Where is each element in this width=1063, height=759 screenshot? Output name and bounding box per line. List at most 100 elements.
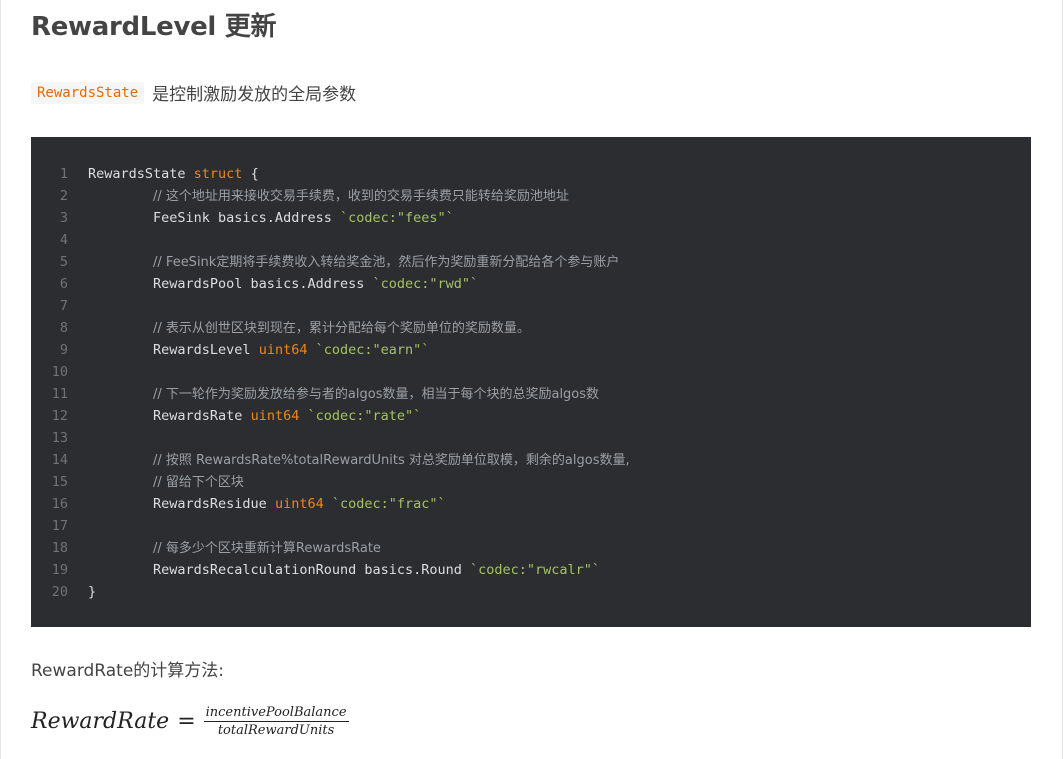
code-token-str: `codec:"rwcalr"` — [470, 562, 601, 578]
line-number: 12 — [51, 408, 68, 424]
code-token-str: `codec:"rate"` — [307, 408, 422, 424]
code-token-plain: { — [242, 166, 259, 182]
code-source: // 下一轮作为奖励发放给参与者的algos数量，相当于每个块的总奖励algos… — [68, 383, 599, 405]
code-source: } — [68, 581, 96, 603]
rewardrate-paragraph: RewardRate的计算方法: — [31, 661, 225, 681]
code-token-plain: RewardsPool basics.Address — [88, 276, 373, 292]
code-line: 6 RewardsPool basics.Address `codec:"rwd… — [31, 273, 1031, 295]
code-source: RewardsState struct { — [68, 163, 259, 185]
line-number: 9 — [59, 342, 68, 358]
code-line: 13 — [31, 427, 1031, 449]
code-token-comment: // 每多少个区块重新计算RewardsRate — [153, 541, 381, 556]
code-line: 17 — [31, 515, 1031, 537]
line-number: 16 — [51, 496, 68, 512]
code-line: 8 // 表示从创世区块到现在，累计分配给每个奖励单位的奖励数量。 — [31, 317, 1031, 339]
line-number: 14 — [51, 452, 68, 468]
line-number: 7 — [59, 298, 68, 314]
code-token-str: `codec:"earn"` — [315, 342, 430, 358]
code-source: RewardsPool basics.Address `codec:"rwd"` — [68, 273, 478, 295]
code-line: 1 RewardsState struct { — [31, 163, 1031, 185]
code-token-kw: uint64 — [274, 496, 324, 512]
formula-equals: = — [177, 709, 196, 734]
code-source: FeeSink basics.Address `codec:"fees"` — [68, 207, 454, 229]
code-source — [68, 361, 88, 383]
intro-paragraph: RewardsState 是控制激励发放的全局参数 — [31, 80, 356, 105]
code-line: 15 // 留给下个区块 — [31, 471, 1031, 493]
line-number: 13 — [51, 430, 68, 446]
code-line: 7 — [31, 295, 1031, 317]
code-line: 19 RewardsRecalculationRound basics.Roun… — [31, 559, 1031, 581]
code-line: 20} — [31, 581, 1031, 603]
code-token-kw: struct — [193, 166, 243, 182]
code-source: // 表示从创世区块到现在，累计分配给每个奖励单位的奖励数量。 — [68, 317, 530, 339]
code-token-comment: // 表示从创世区块到现在，累计分配给每个奖励单位的奖励数量。 — [153, 321, 530, 336]
code-line: 18 // 每多少个区块重新计算RewardsRate — [31, 537, 1031, 559]
code-token-plain: RewardsLevel — [88, 342, 259, 358]
code-line: 16 RewardsResidue uint64 `codec:"frac"` — [31, 493, 1031, 515]
code-token-plain: RewardsState — [88, 166, 194, 182]
code-line: 9 RewardsLevel uint64 `codec:"earn"` — [31, 339, 1031, 361]
code-source — [68, 295, 88, 317]
line-number: 1 — [59, 166, 68, 182]
code-token-plain: } — [88, 584, 97, 600]
line-number: 6 — [59, 276, 68, 292]
line-number: 3 — [59, 210, 68, 226]
code-line: 5 // FeeSink定期将手续费收入转给奖金池，然后作为奖励重新分配给各个参… — [31, 251, 1031, 273]
code-token-str: `codec:"fees"` — [339, 210, 454, 226]
rewardrate-formula: RewardRate = incentivePoolBalance totalR… — [31, 705, 349, 738]
code-line: 14 // 按照 RewardsRate%totalRewardUnits 对总… — [31, 449, 1031, 471]
code-source: // FeeSink定期将手续费收入转给奖金池，然后作为奖励重新分配给各个参与账… — [68, 251, 619, 273]
formula-lhs: RewardRate — [31, 709, 170, 734]
line-number: 17 — [51, 518, 68, 534]
code-source: RewardsRate uint64 `codec:"rate"` — [68, 405, 421, 427]
line-number: 10 — [51, 364, 68, 380]
section-heading: RewardLevel 更新 — [31, 12, 277, 42]
formula-denominator: totalRewardUnits — [217, 723, 335, 738]
code-line: 4 — [31, 229, 1031, 251]
line-number: 15 — [51, 474, 68, 490]
code-token-comment: // 留给下个区块 — [153, 475, 244, 490]
code-token-comment: // FeeSink定期将手续费收入转给奖金池，然后作为奖励重新分配给各个参与账… — [153, 255, 620, 270]
code-token-str: `codec:"frac"` — [331, 496, 446, 512]
code-source: // 每多少个区块重新计算RewardsRate — [68, 537, 381, 559]
code-source: // 留给下个区块 — [68, 471, 244, 493]
code-line: 2 // 这个地址用来接收交易手续费，收到的交易手续费只能转给奖励池地址 — [31, 185, 1031, 207]
inline-code: RewardsState — [31, 81, 145, 104]
code-source: // 这个地址用来接收交易手续费，收到的交易手续费只能转给奖励池地址 — [68, 185, 569, 207]
code-block: 1 RewardsState struct {2 // 这个地址用来接收交易手续费… — [31, 137, 1031, 627]
code-token-comment: // 按照 RewardsRate%totalRewardUnits 对总奖励单… — [153, 453, 630, 468]
line-number: 18 — [51, 540, 68, 556]
code-token-plain: RewardsRate — [88, 408, 251, 424]
line-number: 4 — [59, 232, 68, 248]
line-number: 2 — [59, 188, 68, 204]
formula-fraction: incentivePoolBalance totalRewardUnits — [203, 705, 349, 738]
code-token-str: `codec:"rwd"` — [372, 276, 479, 292]
code-line: 12 RewardsRate uint64 `codec:"rate"` — [31, 405, 1031, 427]
code-line: 10 — [31, 361, 1031, 383]
line-number: 11 — [51, 386, 68, 402]
code-token-kw: uint64 — [250, 408, 300, 424]
line-number: 20 — [51, 584, 68, 600]
code-source: // 按照 RewardsRate%totalRewardUnits 对总奖励单… — [68, 449, 630, 471]
code-source: RewardsRecalculationRound basics.Round `… — [68, 559, 600, 581]
code-token-plain: RewardsResidue — [88, 496, 275, 512]
page-left-border — [0, 0, 1, 759]
code-token-comment: // 这个地址用来接收交易手续费，收到的交易手续费只能转给奖励池地址 — [153, 189, 569, 204]
line-number: 8 — [59, 320, 68, 336]
code-source: RewardsLevel uint64 `codec:"earn"` — [68, 339, 429, 361]
code-source — [68, 229, 88, 251]
intro-text: 是控制激励发放的全局参数 — [152, 85, 357, 105]
line-number: 19 — [51, 562, 68, 578]
code-line: 11 // 下一轮作为奖励发放给参与者的algos数量，相当于每个块的总奖励al… — [31, 383, 1031, 405]
code-line: 3 FeeSink basics.Address `codec:"fees"` — [31, 207, 1031, 229]
code-source: RewardsResidue uint64 `codec:"frac"` — [68, 493, 446, 515]
